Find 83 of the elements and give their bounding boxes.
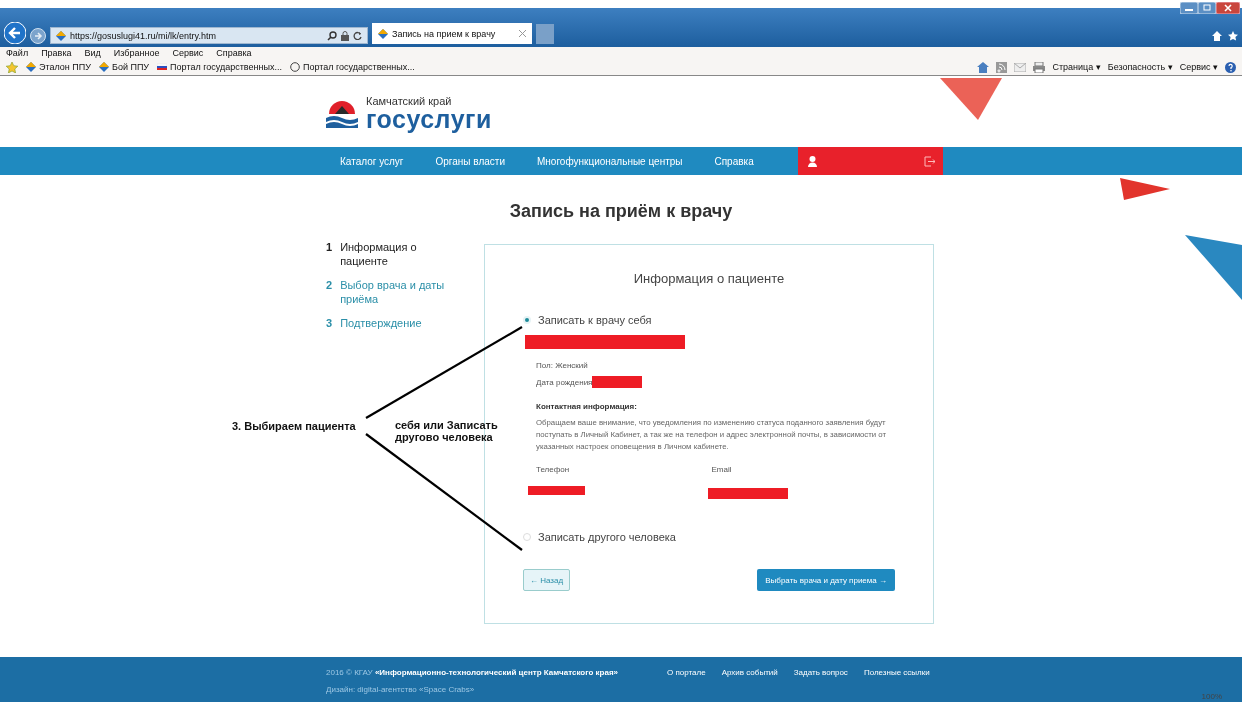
restore-icon[interactable] (1198, 2, 1216, 14)
footer-link[interactable]: О портале (667, 668, 706, 677)
close-icon[interactable] (1216, 2, 1240, 14)
card-heading: Информация о пациенте (632, 271, 786, 286)
radio-option[interactable]: Записать к врачу себя (523, 314, 895, 326)
nav-link[interactable]: Справка (714, 155, 754, 167)
decorative-triangle (1185, 235, 1242, 300)
menu-item[interactable]: Вид (84, 48, 101, 58)
contact-heading: Контактная информация: (536, 402, 638, 411)
favorite-link[interactable]: Портал государственных... (157, 62, 282, 72)
gender-text: Пол: Женский (536, 361, 589, 370)
lock-icon (341, 30, 349, 41)
star-icon[interactable] (1228, 31, 1238, 41)
decorative-triangle (1120, 178, 1170, 200)
annotation-text: себя или Записать другово человека (395, 419, 499, 443)
copyright-text: 2016 © КГАУ «Информационно-технологический центр Камчатского края» (326, 668, 620, 677)
address-bar[interactable]: https://gosuslugi41.ru/mi/lk/entry.htm (50, 27, 368, 44)
circle-icon (289, 62, 300, 72)
command-menu[interactable]: Сервис ▾ (1179, 62, 1218, 72)
home-icon[interactable] (977, 61, 990, 73)
footer-link[interactable]: Архив событий (721, 668, 778, 677)
nav-link[interactable]: Каталог услуг (340, 155, 404, 167)
logo-emblem-icon (326, 99, 358, 128)
step-label: Выбор врача и даты приёма (340, 278, 446, 306)
site-icon (26, 62, 36, 72)
site-icon (99, 62, 109, 72)
birth-date-label: Дата рождения (536, 377, 593, 387)
step-item[interactable]: 3 Подтверждение (326, 316, 472, 330)
radio-button[interactable] (523, 316, 531, 324)
print-icon[interactable] (1033, 61, 1046, 73)
close-icon[interactable] (519, 30, 526, 37)
favorites-star-icon[interactable] (6, 61, 18, 73)
step-label: Информация о пациенте (340, 240, 418, 268)
radio-button[interactable] (523, 533, 531, 541)
email-label: Email (711, 465, 733, 474)
user-icon[interactable] (807, 155, 817, 167)
design-credit: Дизайн: digital-агентство «Space Crabs» (326, 685, 476, 694)
menu-item[interactable]: Справка (216, 48, 252, 58)
step-item[interactable]: 1 Информация о пациенте (326, 240, 472, 268)
redacted-phone (528, 486, 585, 495)
step-label: Подтверждение (340, 316, 423, 330)
minimize-icon[interactable] (1180, 2, 1198, 14)
address-text: https://gosuslugi41.ru/mi/lk/entry.htm (70, 30, 217, 41)
home-icon[interactable] (1212, 31, 1222, 41)
help-icon[interactable] (1225, 61, 1236, 73)
menu-item[interactable]: Файл (6, 48, 29, 58)
menu-item[interactable]: Правка (41, 48, 72, 58)
favorite-link[interactable]: Бой ППУ (99, 62, 150, 72)
footer-link[interactable]: Полезные ссылки (863, 668, 930, 677)
favorite-link[interactable]: Эталон ППУ (26, 62, 91, 72)
step-number: 2 (326, 278, 333, 293)
nav-link[interactable]: Многофункциональные центры (537, 155, 683, 167)
annotation-text: 3. Выбираем пациента (232, 420, 356, 432)
step-number: 3 (326, 316, 333, 330)
brand-logo-text[interactable]: госуслуги (366, 107, 492, 132)
page-title: Запись на приём к врачу (508, 201, 734, 222)
browser-tab[interactable]: Запись на прием к врачу (372, 23, 532, 44)
radio-label: Записать к врачу себя (538, 314, 652, 326)
phone-label: Телефон (536, 465, 571, 474)
step-number: 1 (326, 240, 333, 255)
logout-icon[interactable] (923, 155, 935, 167)
radio-option[interactable]: Записать другого человека (523, 531, 895, 543)
menu-item[interactable]: Избранное (113, 48, 160, 58)
command-menu[interactable]: Безопасность ▾ (1107, 62, 1173, 72)
favorite-link[interactable]: Портал государственных... (289, 62, 415, 72)
site-icon (56, 30, 66, 41)
back-arrow-icon[interactable] (4, 22, 26, 44)
footer-link[interactable]: Задать вопрос (793, 668, 848, 677)
decorative-triangle (940, 78, 1002, 120)
refresh-icon[interactable] (353, 31, 362, 40)
command-menu[interactable]: Страница ▾ (1052, 62, 1101, 72)
region-name: Камчатский край (366, 95, 453, 107)
search-icon[interactable] (327, 30, 337, 41)
radio-label: Записать другого человека (538, 531, 676, 543)
site-icon (378, 28, 388, 39)
redacted-birth-date (592, 376, 643, 388)
flag-icon (157, 62, 168, 72)
next-button[interactable]: Выбрать врача и дату приема → (757, 569, 895, 591)
step-item[interactable]: 2 Выбор врача и даты приёма (326, 278, 472, 306)
menu-item[interactable]: Сервис (172, 48, 204, 58)
back-button[interactable]: ← Назад (523, 569, 571, 591)
feed-icon[interactable] (996, 61, 1008, 73)
nav-link[interactable]: Органы власти (435, 155, 505, 167)
